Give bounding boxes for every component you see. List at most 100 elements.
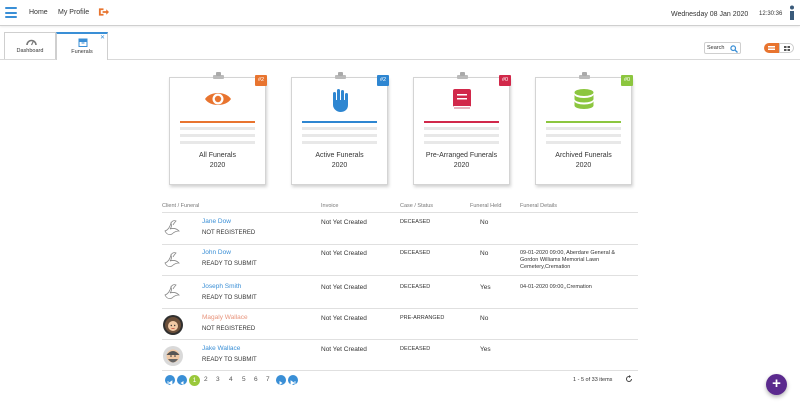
divider	[162, 308, 638, 309]
client-name-link[interactable]: Magaly Wallace	[202, 314, 248, 321]
dove-icon	[164, 220, 180, 235]
clip-icon	[335, 72, 346, 79]
card-year: 2020	[331, 162, 348, 169]
dove-icon	[164, 284, 180, 299]
archive-box-icon	[78, 38, 88, 47]
female-avatar	[163, 315, 183, 335]
client-status: NOT REGISTERED	[202, 326, 256, 332]
client-name-link[interactable]: Jake Wallace	[202, 345, 240, 352]
clip-icon	[457, 72, 468, 79]
clip-icon	[213, 72, 224, 79]
search-label: Search	[707, 45, 725, 51]
database-icon	[574, 89, 593, 109]
funeral-held: Yes	[480, 284, 491, 291]
tab-funerals-label: Funerals	[71, 49, 93, 55]
tab-dashboard-label: Dashboard	[16, 48, 44, 54]
invoice-status: Not Yet Created	[321, 315, 367, 322]
hamburger-menu-icon[interactable]	[5, 7, 17, 18]
grid-view-button[interactable]	[779, 43, 794, 53]
column-header-client[interactable]: Client / Funeral	[162, 203, 199, 209]
funeral-held: No	[480, 219, 489, 226]
card-year: 2020	[209, 162, 226, 169]
funeral-details: 04-01-2020 09:00,,Cremation	[520, 284, 592, 290]
clip-icon	[579, 72, 590, 79]
card-view-icon	[768, 46, 775, 50]
card-year: 2020	[575, 162, 592, 169]
card-badge: #0	[499, 75, 511, 86]
column-header-status[interactable]: Case / Status	[400, 203, 433, 209]
male-avatar	[163, 346, 183, 366]
page-link[interactable]: 3	[216, 376, 220, 383]
card-view-button[interactable]	[764, 43, 779, 53]
client-status: READY TO SUBMIT	[202, 295, 257, 301]
card-title: Active Funerals	[315, 152, 364, 159]
card-title: All Funerals	[199, 152, 236, 159]
funeral-held: No	[480, 250, 489, 257]
search-button[interactable]: Search	[704, 42, 741, 54]
column-header-held[interactable]: Funeral Held	[470, 203, 502, 209]
add-funeral-button[interactable]: +	[766, 374, 787, 395]
card-title: Pre-Arranged Funerals	[425, 152, 498, 159]
page-link[interactable]: 7	[266, 376, 270, 383]
page-link[interactable]: 2	[204, 376, 208, 383]
tab-dashboard[interactable]: Dashboard	[4, 32, 56, 59]
page-link[interactable]: 6	[254, 376, 258, 383]
eye-icon	[204, 93, 231, 105]
search-icon	[730, 45, 738, 53]
grid-view-icon	[784, 46, 790, 51]
client-name-link[interactable]: John Dow	[202, 249, 231, 256]
page-link[interactable]: 4	[229, 376, 233, 383]
funeral-held: Yes	[480, 346, 491, 353]
card-archived-funerals[interactable]: #0 Archived Funerals 2020	[535, 72, 633, 185]
card-title: Archived Funerals	[555, 152, 612, 159]
tab-funerals[interactable]: Funerals ✕	[56, 32, 108, 60]
card-badge: #2	[377, 75, 389, 86]
card-all-funerals[interactable]: #2 All Funerals 2020	[169, 72, 267, 185]
invoice-status: Not Yet Created	[321, 284, 367, 291]
items-summary: 1 - 5 of 33 items	[573, 377, 613, 383]
funeral-held: No	[480, 315, 489, 322]
column-header-details[interactable]: Funeral Details	[520, 203, 557, 209]
close-icon[interactable]: ✕	[100, 34, 105, 41]
book-icon	[452, 89, 471, 110]
tab-bar: Dashboard Funerals ✕	[0, 32, 800, 60]
card-badge: #0	[621, 75, 633, 86]
hand-icon	[332, 89, 348, 112]
prev-page-icon[interactable]	[177, 375, 187, 385]
last-page-icon[interactable]	[288, 375, 298, 386]
invoice-status: Not Yet Created	[321, 250, 367, 257]
funeral-details: 09-01-2020 09:00, Aberdare General & Gor…	[520, 250, 616, 270]
client-name-link[interactable]: Jane Dow	[202, 218, 231, 225]
card-active-funerals[interactable]: #2 Active Funerals 2020	[291, 72, 389, 185]
divider	[162, 370, 638, 371]
nav-home-link[interactable]: Home	[29, 9, 48, 16]
logout-icon[interactable]	[98, 7, 109, 17]
divider	[162, 275, 638, 276]
info-icon[interactable]	[788, 5, 796, 21]
nav-profile-link[interactable]: My Profile	[58, 9, 89, 16]
page-current[interactable]: 1	[189, 374, 200, 386]
top-bar: Home My Profile Wednesday 08 Jan 2020 12…	[0, 0, 800, 26]
client-name-link[interactable]: Joseph Smith	[202, 283, 241, 290]
dashboard-gauge-icon	[26, 39, 37, 46]
card-badge: #2	[255, 75, 267, 86]
case-status: PRE-ARRANGED	[400, 315, 445, 321]
page-link[interactable]: 5	[242, 376, 246, 383]
view-toggle[interactable]	[764, 43, 794, 53]
card-pre-arranged-funerals[interactable]: #0 Pre-Arranged Funerals 2020	[413, 72, 511, 185]
card-year: 2020	[453, 162, 470, 169]
first-page-icon[interactable]	[165, 375, 175, 386]
next-page-icon[interactable]	[276, 375, 286, 385]
refresh-icon[interactable]	[625, 375, 633, 383]
divider	[162, 339, 638, 340]
invoice-status: Not Yet Created	[321, 346, 367, 353]
dove-icon	[164, 252, 180, 267]
case-status: DECEASED	[400, 219, 431, 225]
column-header-invoice[interactable]: Invoice	[321, 203, 338, 209]
client-status: NOT REGISTERED	[202, 230, 256, 236]
case-status: DECEASED	[400, 346, 431, 352]
divider	[162, 244, 638, 245]
invoice-status: Not Yet Created	[321, 219, 367, 226]
current-time: 12:30:36	[759, 11, 783, 17]
client-status: READY TO SUBMIT	[202, 261, 257, 267]
